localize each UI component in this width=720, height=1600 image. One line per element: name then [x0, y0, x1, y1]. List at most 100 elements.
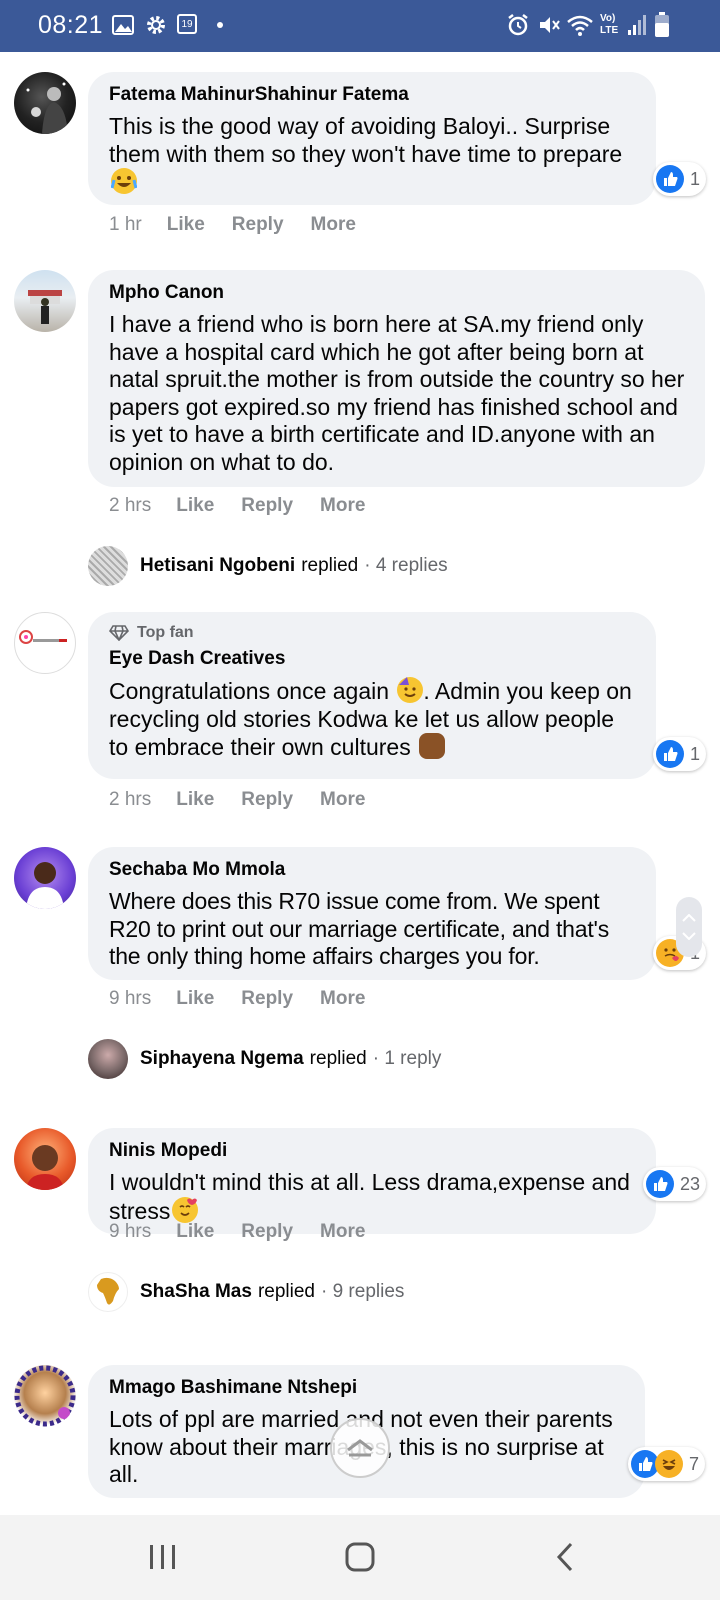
- status-bar: 08:21 19 Vo) LTE: [0, 0, 720, 52]
- reply-button[interactable]: Reply: [241, 988, 293, 1010]
- reactions-summary[interactable]: 1: [653, 162, 707, 196]
- reactions-summary[interactable]: 23: [643, 1167, 707, 1201]
- comment-actions: 1 hr Like Reply More: [109, 214, 383, 236]
- more-button[interactable]: More: [320, 789, 365, 811]
- status-time: 08:21: [38, 11, 104, 39]
- like-reaction-icon: [656, 165, 684, 193]
- reply-count: · 1 reply: [372, 1048, 442, 1069]
- reaction-count: 7: [689, 1453, 700, 1474]
- avatar[interactable]: [14, 270, 76, 332]
- comment-bubble[interactable]: Top fan Eye Dash Creatives Congratulatio…: [88, 612, 656, 779]
- comment-author[interactable]: Mpho Canon: [109, 282, 685, 304]
- home-icon[interactable]: [344, 1541, 376, 1573]
- reaction-count: 1: [690, 743, 701, 764]
- replied-label: replied: [309, 1048, 367, 1069]
- avatar[interactable]: [14, 1128, 76, 1190]
- top-fan-badge: Top fan: [109, 624, 636, 642]
- smiling-face-with-hearts-emoji-icon: [172, 1196, 199, 1223]
- replier-avatar: [88, 1039, 128, 1079]
- replier-avatar: [88, 546, 128, 586]
- scroll-to-top-button[interactable]: [330, 1418, 390, 1478]
- avatar[interactable]: [14, 847, 76, 909]
- more-button[interactable]: More: [320, 495, 365, 517]
- comment-text-part: Congratulations once again: [109, 678, 396, 704]
- diamond-icon: [109, 625, 129, 641]
- replier-name: ShaSha Mas: [140, 1281, 252, 1302]
- gallery-icon: [112, 15, 134, 35]
- haha-reaction-icon: [655, 1450, 683, 1478]
- comment-text: Where does this R70 issue come from. We …: [109, 888, 610, 969]
- comment-author[interactable]: Mmago Bashimane Ntshepi: [109, 1377, 625, 1399]
- raised-fist-emoji-icon: [419, 733, 446, 759]
- like-button[interactable]: Like: [176, 988, 214, 1010]
- comment-author[interactable]: Fatema MahinurShahinur Fatema: [109, 84, 636, 106]
- africa-map-icon: [97, 1277, 119, 1305]
- comment-text-body: This is the good way of avoiding Baloyi.…: [109, 113, 623, 167]
- comment-time[interactable]: 1 hr: [109, 214, 142, 236]
- calendar-icon: 19: [177, 14, 197, 34]
- replied-label: replied: [257, 1281, 315, 1302]
- comment-author[interactable]: Sechaba Mo Mmola: [109, 859, 636, 881]
- view-replies-link[interactable]: Hetisani Ngobeni replied · 4 replies: [88, 546, 448, 586]
- reply-button[interactable]: Reply: [241, 495, 293, 517]
- replier-avatar: [88, 1272, 128, 1312]
- like-button[interactable]: Like: [176, 495, 214, 517]
- settings-gear-icon: [147, 16, 165, 34]
- notification-dot-icon: [217, 22, 223, 28]
- calendar-day: 19: [181, 19, 193, 30]
- like-button[interactable]: Like: [167, 214, 205, 236]
- comment-actions: 2 hrs Like Reply More: [109, 789, 392, 811]
- comment-actions: 9 hrs Like Reply More: [109, 988, 392, 1010]
- comment-bubble[interactable]: Fatema MahinurShahinur Fatema This is th…: [88, 72, 656, 205]
- more-button[interactable]: More: [311, 214, 356, 236]
- comment-bubble[interactable]: Ninis Mopedi I wouldn't mind this at all…: [88, 1128, 656, 1234]
- view-replies-link[interactable]: Siphayena Ngema replied · 1 reply: [88, 1039, 441, 1079]
- mute-icon: [540, 17, 560, 33]
- comment-text: This is the good way of avoiding Baloyi.…: [109, 113, 636, 197]
- reply-button[interactable]: Reply: [241, 1221, 293, 1243]
- joy-emoji-icon: [111, 168, 137, 194]
- reactions-summary[interactable]: 7: [628, 1447, 706, 1481]
- comment-time[interactable]: 9 hrs: [109, 988, 151, 1010]
- chevron-up-icon: [347, 1439, 373, 1457]
- comment-text: I wouldn't mind this at all. Less drama,…: [109, 1169, 636, 1225]
- comment-time[interactable]: 2 hrs: [109, 789, 151, 811]
- more-button[interactable]: More: [320, 988, 365, 1010]
- wifi-icon: [567, 15, 593, 36]
- chevron-up-icon: [682, 914, 696, 922]
- reply-button[interactable]: Reply: [241, 789, 293, 811]
- avatar[interactable]: [14, 72, 76, 134]
- reply-count: · 4 replies: [364, 555, 448, 576]
- comment-author[interactable]: Eye Dash Creatives: [109, 648, 636, 670]
- party-face-emoji-icon: [397, 677, 424, 703]
- comment-bubble[interactable]: Sechaba Mo Mmola Where does this R70 iss…: [88, 847, 656, 980]
- comments-feed[interactable]: Fatema MahinurShahinur Fatema This is th…: [0, 52, 720, 1515]
- comment-author[interactable]: Ninis Mopedi: [109, 1140, 636, 1162]
- system-navigation-bar: [0, 1515, 720, 1600]
- recent-apps-icon[interactable]: [147, 1542, 177, 1572]
- like-reaction-icon: [656, 740, 684, 768]
- signal-icon: [628, 15, 646, 35]
- like-button[interactable]: Like: [176, 1221, 214, 1243]
- reactions-summary[interactable]: 1: [653, 737, 707, 771]
- chevron-down-icon: [682, 932, 696, 940]
- reply-count: · 9 replies: [320, 1281, 405, 1302]
- comment-bubble[interactable]: Mpho Canon I have a friend who is born h…: [88, 270, 705, 487]
- view-replies-link[interactable]: ShaSha Mas replied · 9 replies: [88, 1272, 404, 1312]
- reply-button[interactable]: Reply: [232, 214, 284, 236]
- battery-icon: [655, 12, 669, 37]
- like-reaction-icon: [646, 1170, 674, 1198]
- like-button[interactable]: Like: [176, 789, 214, 811]
- network-label: Vo) LTE: [600, 13, 619, 36]
- fast-scroll-handle[interactable]: [676, 897, 702, 957]
- comment-time[interactable]: 2 hrs: [109, 495, 151, 517]
- reaction-count: 1: [690, 168, 701, 189]
- avatar[interactable]: [14, 612, 76, 674]
- comment-time[interactable]: 9 hrs: [109, 1221, 151, 1243]
- comment-text: I have a friend who is born here at SA.m…: [109, 311, 685, 475]
- avatar[interactable]: [14, 1365, 76, 1427]
- comment-text: Congratulations once again . Admin you k…: [109, 677, 636, 762]
- replier-name: Siphayena Ngema: [140, 1048, 304, 1069]
- back-icon[interactable]: [553, 1541, 577, 1573]
- more-button[interactable]: More: [320, 1221, 365, 1243]
